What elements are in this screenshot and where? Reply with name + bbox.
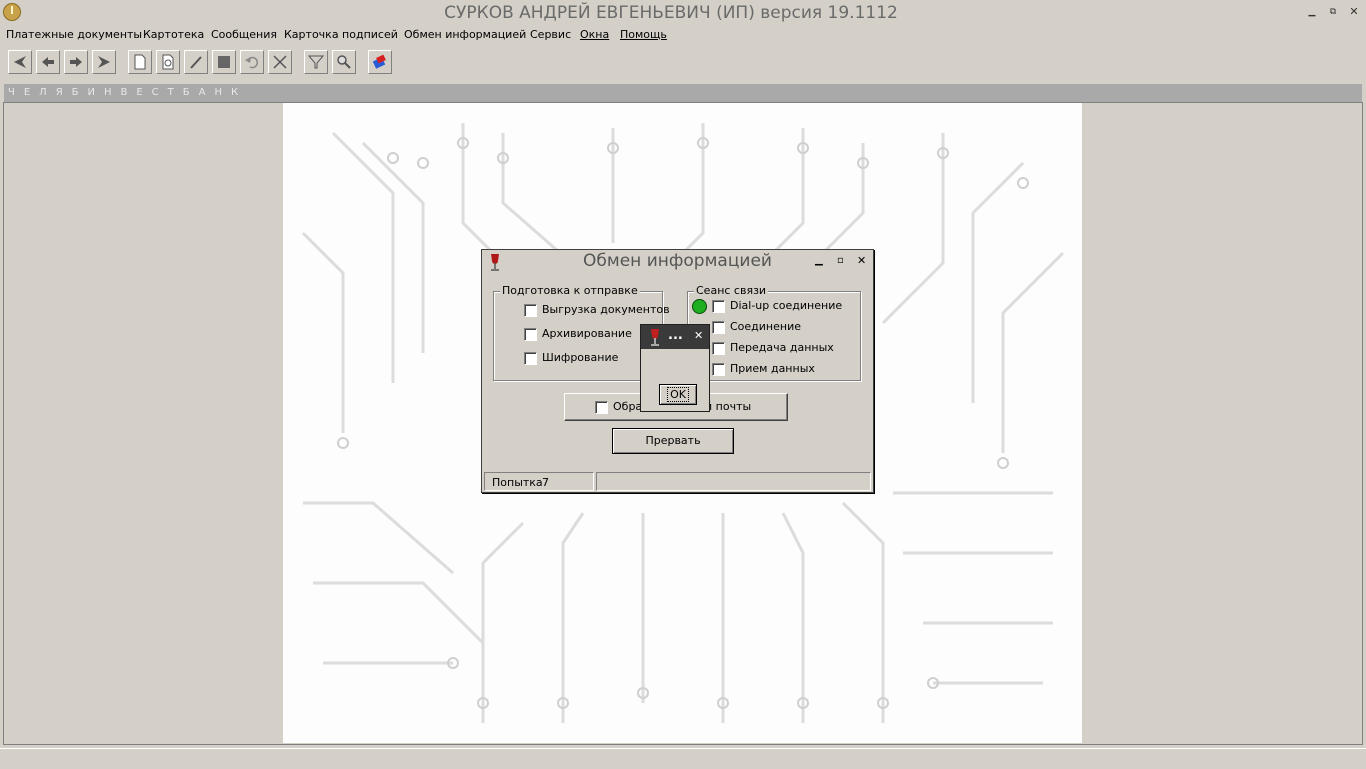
wine-glass-icon [651, 329, 659, 346]
checkbox-label: Прием данных [730, 362, 815, 375]
last-icon [98, 56, 110, 68]
popup-title-bar[interactable]: ... ✕ [641, 325, 709, 349]
next-record-button[interactable] [64, 50, 88, 74]
dialog-title-bar[interactable]: Обмен информацией ▁ ▫ ✕ [482, 250, 873, 274]
prep-groupbox: Подготовка к отправке Выгрузка документо… [493, 284, 670, 381]
arrow-right-icon [70, 57, 82, 67]
checkbox-label: Архивирование [542, 327, 632, 340]
delete-button[interactable] [268, 50, 292, 74]
menu-messages[interactable]: Сообщения [211, 28, 277, 41]
checkbox-box[interactable] [712, 342, 725, 355]
checkbox-label-left: Обра [613, 400, 643, 413]
first-icon [14, 56, 26, 68]
app-title: СУРКОВ АНДРЕЙ ЕВГЕНЬЕВИЧ (ИП) версия 19.… [444, 3, 898, 23]
close-icon[interactable]: ✕ [1347, 6, 1361, 18]
arrow-left-icon [42, 57, 54, 67]
connection-indicator [692, 299, 707, 314]
preview-icon [162, 54, 174, 70]
checkbox-label: Dial-up соединение [730, 299, 843, 312]
restore-icon[interactable]: ⧉ [1326, 6, 1340, 18]
dialog-maximize-icon[interactable]: ▫ [837, 255, 844, 266]
menu-windows[interactable]: Окна [580, 28, 609, 41]
new-document-button[interactable] [128, 50, 152, 74]
checkbox-box[interactable] [712, 363, 725, 376]
title-bar: СУРКОВ АНДРЕЙ ЕВГЕНЬЕВИЧ (ИП) версия 19.… [0, 0, 1366, 26]
progress-panel [596, 472, 871, 491]
status-bar [0, 748, 1366, 769]
checkbox-box[interactable] [524, 328, 537, 341]
first-record-button[interactable] [8, 50, 32, 74]
edit-button[interactable] [184, 50, 208, 74]
stop-icon [218, 56, 230, 68]
pencil-icon [190, 56, 202, 69]
menu-card-index[interactable]: Картотека [143, 28, 204, 41]
ok-button-label: OK [667, 387, 689, 402]
menu-bar: Платежные документы Картотека Сообщения … [0, 26, 1366, 44]
checkbox-label: Соединение [730, 320, 802, 333]
menu-payment-docs[interactable]: Платежные документы [6, 28, 142, 41]
session-groupbox: Сеанс связи Dial-up соединение Соединени… [687, 284, 861, 381]
menu-info-exchange[interactable]: Обмен информацией [404, 28, 526, 41]
attempt-label: Попытка [492, 476, 543, 489]
abort-button[interactable]: Прервать [612, 428, 734, 454]
popup-close-icon[interactable]: ✕ [694, 329, 703, 342]
checkbox-label: Шифрование [542, 351, 619, 364]
minimize-icon[interactable]: ▁ [1305, 6, 1319, 18]
magnifier-icon [337, 55, 351, 69]
prev-record-button[interactable] [36, 50, 60, 74]
stop-button[interactable] [212, 50, 236, 74]
document-icon [134, 54, 146, 70]
menu-signature-card[interactable]: Карточка подписей [284, 28, 398, 41]
undo-icon [245, 56, 259, 69]
attempt-panel: Попытка 7 [484, 472, 594, 491]
menu-service[interactable]: Сервис [530, 28, 571, 41]
checkbox-label-right: й почты [705, 400, 752, 413]
find-button[interactable] [332, 50, 356, 74]
checkbox-box[interactable] [524, 304, 537, 317]
filter-icon [308, 55, 324, 69]
preview-button[interactable] [156, 50, 180, 74]
ok-button[interactable]: OK [659, 384, 697, 405]
session-group-label: Сеанс связи [694, 284, 769, 297]
prep-group-label: Подготовка к отправке [500, 284, 640, 297]
delete-icon [273, 55, 287, 69]
checkbox-label: Передача данных [730, 341, 834, 354]
sign-icon [372, 54, 386, 69]
last-record-button[interactable] [92, 50, 116, 74]
checkbox-box[interactable] [595, 401, 608, 414]
bank-name: ЧЕЛЯБИНВЕСТБАНК [8, 87, 248, 98]
bank-header: ЧЕЛЯБИНВЕСТБАНК [4, 84, 1362, 102]
undo-button[interactable] [240, 50, 264, 74]
checkbox-label: Выгрузка документов [542, 303, 670, 316]
checkbox-box[interactable] [712, 321, 725, 334]
checkbox-box[interactable] [712, 300, 725, 313]
popup-title: ... [668, 328, 683, 343]
dialog-close-icon[interactable]: ✕ [857, 254, 866, 267]
filter-button[interactable] [304, 50, 328, 74]
menu-help[interactable]: Помощь [620, 28, 667, 41]
sign-button[interactable] [368, 50, 392, 74]
message-popup: ... ✕ OK [640, 324, 710, 412]
toolbar [0, 46, 1366, 78]
checkbox-box[interactable] [524, 352, 537, 365]
dialog-minimize-icon[interactable]: ▁ [815, 255, 823, 266]
attempt-value: 7 [542, 476, 549, 489]
